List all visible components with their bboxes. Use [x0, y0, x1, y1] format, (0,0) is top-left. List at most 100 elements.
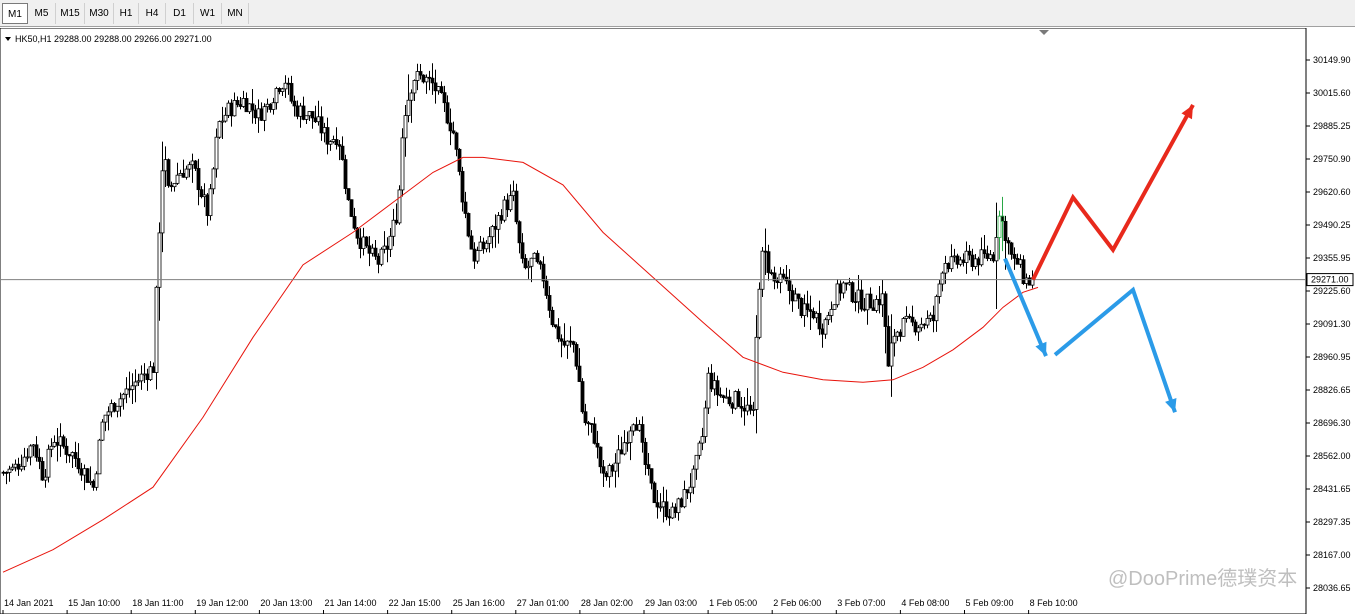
candle — [349, 199, 354, 217]
bear-candle-body — [433, 82, 438, 92]
bull-candle-body — [856, 289, 861, 303]
candle — [502, 195, 507, 223]
candle — [97, 438, 102, 475]
bear-candle-body — [715, 380, 720, 396]
bull-candle-body — [934, 296, 939, 322]
x-tick-label: 20 Jan 13:00 — [260, 598, 312, 608]
bull-candle-body — [100, 421, 105, 441]
timeframe-button-w1[interactable]: W1 — [194, 3, 222, 24]
bear-candle-body — [775, 280, 780, 284]
candle — [346, 188, 351, 201]
bear-candle-body — [595, 442, 600, 448]
timeframe-toolbar: M1 M5 M15 M30 H1 H4 D1 W1 MN — [0, 0, 1355, 27]
x-tick-label: 14 Jan 2021 — [4, 598, 54, 608]
bull-candle-body — [103, 414, 108, 423]
bull-candle-body — [391, 219, 396, 237]
bear-candle-body — [649, 468, 654, 484]
timeframe-button-mn[interactable]: MN — [222, 3, 249, 24]
bear-candle-body — [514, 190, 519, 223]
bear-candle-body — [325, 127, 330, 145]
bear-candle-body — [181, 173, 186, 178]
bear-candle-body — [871, 307, 876, 311]
candle — [166, 158, 171, 188]
y-tick-label: 29091.30 — [1313, 319, 1351, 329]
bull-candle-body — [232, 100, 237, 117]
candle — [457, 148, 462, 176]
bear-candle-body — [34, 444, 39, 458]
bull-candle-body — [925, 318, 930, 326]
timeframe-button-h1[interactable]: H1 — [114, 3, 139, 24]
bull-candle-body — [691, 468, 696, 488]
bull-candle-body — [142, 373, 147, 376]
symbol-ohlc-header: HK50,H1 29288.00 29288.00 29266.00 29271… — [15, 34, 212, 44]
bull-candle-body — [220, 120, 225, 123]
bull-candle-body — [322, 127, 327, 134]
bear-candle-body — [598, 446, 603, 468]
bull-candle-body — [904, 315, 909, 319]
bull-candle-body — [121, 393, 126, 400]
bear-candle-body — [169, 185, 174, 188]
bull-candle-body — [7, 468, 12, 473]
bear-candle-body — [730, 403, 735, 409]
y-tick-label: 29490.25 — [1313, 220, 1351, 230]
bear-candle-body — [79, 468, 84, 476]
x-tick-label: 3 Feb 07:00 — [837, 598, 885, 608]
bull-candle-body — [940, 272, 945, 285]
bear-candle-body — [364, 236, 369, 247]
bull-candle-body — [625, 442, 630, 444]
bull-candle-body — [928, 314, 933, 319]
y-tick-label: 29620.60 — [1313, 187, 1351, 197]
bull-candle-body — [622, 442, 627, 455]
bear-candle-body — [652, 482, 657, 504]
bull-candle-body — [661, 501, 666, 508]
bear-candle-body — [289, 83, 294, 102]
price-chart[interactable]: HK50,H1 29288.00 29288.00 29266.00 29271… — [0, 28, 1355, 614]
bear-candle-body — [466, 213, 471, 237]
bull-candle-body — [28, 445, 33, 458]
bear-candle-body — [196, 168, 201, 191]
timeframe-button-m5[interactable]: M5 — [28, 3, 56, 24]
bull-candle-body — [214, 136, 219, 170]
bull-candle-body — [226, 102, 231, 116]
candle — [364, 236, 369, 248]
bear-candle-body — [1027, 277, 1032, 286]
candle — [421, 74, 426, 84]
bull-candle-body — [943, 262, 948, 274]
bear-candle-body — [334, 139, 339, 146]
bear-candle-body — [859, 289, 864, 310]
timeframe-button-m15[interactable]: M15 — [56, 3, 85, 24]
bear-candle-body — [295, 105, 300, 117]
bear-candle-body — [796, 293, 801, 299]
bear-candle-body — [643, 441, 648, 465]
bear-candle-body — [286, 82, 291, 85]
bull-candle-body — [832, 304, 837, 310]
timeframe-button-h4[interactable]: H4 — [139, 3, 166, 24]
candle — [226, 100, 231, 118]
x-tick-label: 22 Jan 15:00 — [389, 598, 441, 608]
timeframe-button-d1[interactable]: D1 — [166, 3, 194, 24]
bull-candle-body — [628, 430, 633, 443]
bear-candle-body — [868, 293, 873, 309]
bull-candle-body — [415, 71, 420, 81]
x-tick-label: 21 Jan 14:00 — [325, 598, 377, 608]
y-tick-label: 28960.95 — [1313, 352, 1351, 362]
bull-candle-body — [133, 381, 138, 387]
bull-candle-body — [697, 442, 702, 456]
bear-candle-body — [91, 480, 96, 488]
bear-candle-body — [820, 328, 825, 335]
bear-candle-body — [877, 299, 882, 306]
bull-candle-body — [754, 336, 759, 410]
bull-candle-body — [997, 215, 1002, 238]
bull-candle-body — [502, 199, 507, 221]
candle — [217, 120, 222, 139]
y-tick-label: 30149.90 — [1313, 55, 1351, 65]
bear-candle-body — [253, 109, 258, 119]
candle — [94, 471, 99, 491]
bear-candle-body — [499, 215, 504, 221]
bear-candle-body — [319, 116, 324, 134]
candle — [208, 183, 213, 221]
timeframe-button-m30[interactable]: M30 — [85, 3, 114, 24]
timeframe-button-m1[interactable]: M1 — [2, 3, 28, 24]
bear-candle-body — [199, 189, 204, 198]
bull-candle-body — [31, 444, 36, 447]
